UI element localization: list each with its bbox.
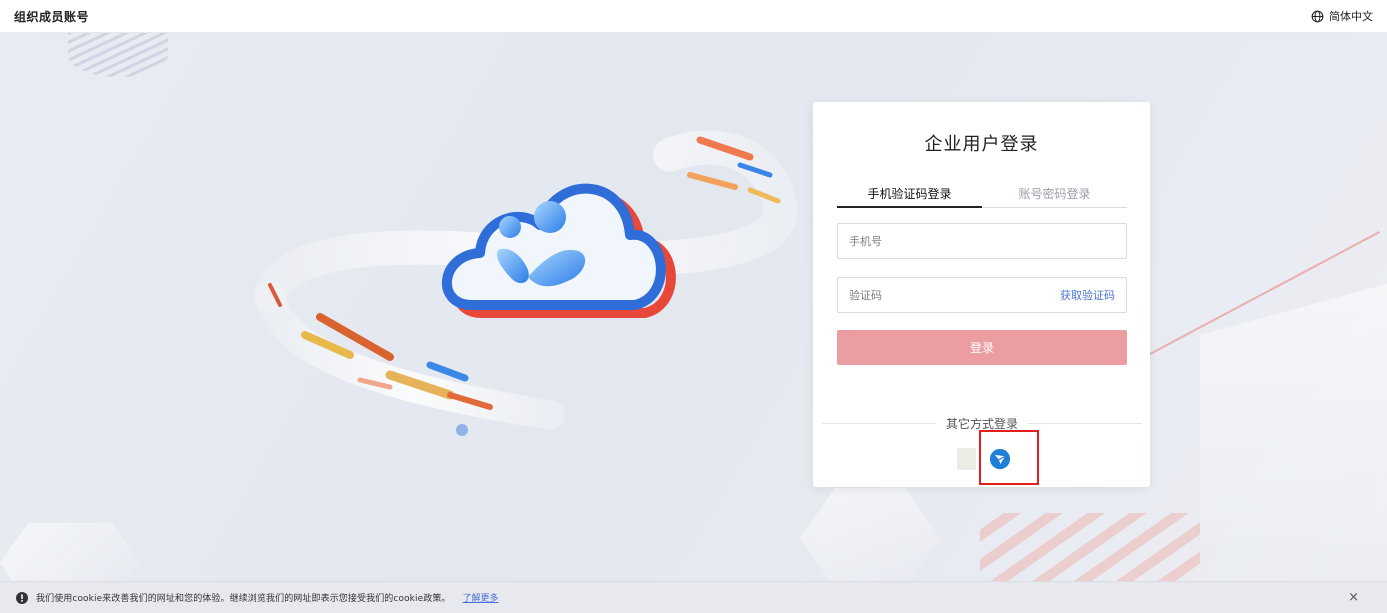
cloud-users-icon xyxy=(253,130,798,436)
language-label: 简体中文 xyxy=(1329,10,1373,23)
login-card: 企业用户登录 手机验证码登录 账号密码登录 获取验证码 登录 其它方式登录 xyxy=(813,102,1150,487)
login-title: 企业用户登录 xyxy=(924,134,1039,155)
tab-sms-login[interactable]: 手机验证码登录 xyxy=(837,180,982,208)
sso-icons xyxy=(813,446,1150,472)
feishu-icon[interactable] xyxy=(989,448,1011,470)
decor-stripes xyxy=(68,33,168,77)
info-icon xyxy=(16,591,28,604)
decor-hexagon xyxy=(0,523,140,581)
language-switcher[interactable]: 简体中文 xyxy=(1311,8,1373,24)
tab-password-login[interactable]: 账号密码登录 xyxy=(982,180,1127,207)
decor-stripes xyxy=(980,513,1200,581)
close-icon[interactable]: × xyxy=(1348,591,1359,604)
globe-icon xyxy=(1311,10,1324,22)
brand-title: 组织成员账号 xyxy=(14,9,90,24)
get-code-link[interactable]: 获取验证码 xyxy=(1060,287,1115,303)
learn-more-link[interactable]: 了解更多 xyxy=(463,591,499,604)
top-header: 组织成员账号 简体中文 xyxy=(0,0,1387,33)
other-login-divider: 其它方式登录 xyxy=(822,415,1143,431)
cloud-illustration xyxy=(250,95,810,455)
login-button[interactable]: 登录 xyxy=(837,330,1127,365)
verification-code-input[interactable] xyxy=(849,288,1060,302)
divider-line xyxy=(1028,422,1143,424)
decor-panel xyxy=(1200,283,1387,543)
phone-field xyxy=(837,223,1127,259)
code-field: 获取验证码 xyxy=(837,277,1127,313)
login-tabs: 手机验证码登录 账号密码登录 xyxy=(837,180,1127,208)
phone-input[interactable] xyxy=(849,234,1115,248)
cookie-banner: 我们使用cookie来改善我们的网址和您的体验。继续浏览我们的网址即表示您接受我… xyxy=(0,581,1387,613)
other-login-label: 其它方式登录 xyxy=(946,416,1019,431)
divider-line xyxy=(822,422,936,424)
cookie-text: 我们使用cookie来改善我们的网址和您的体验。继续浏览我们的网址即表示您接受我… xyxy=(36,594,451,604)
blank-provider-icon[interactable] xyxy=(956,448,976,470)
decor-hexagon xyxy=(800,488,940,581)
